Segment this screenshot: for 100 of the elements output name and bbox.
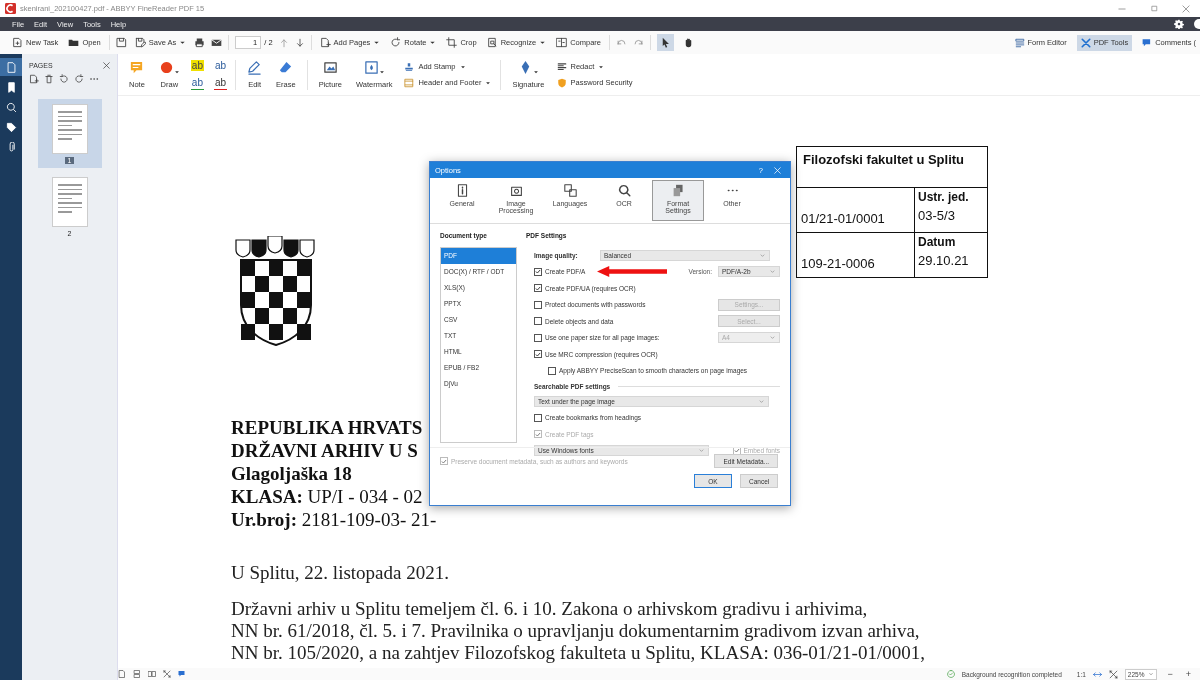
two-pages-icon[interactable] — [148, 670, 156, 678]
header-footer-icon — [404, 77, 415, 88]
checkmark-icon — [733, 447, 740, 455]
checkbox[interactable] — [548, 366, 556, 375]
document-text: REPUBLIKA HRVATS — [231, 416, 423, 439]
document-text: NN br. 105/2020, a na zahtjev Filozofskog fakulteta u Splitu, KLASA: 036-01/21-01/0001, — [231, 642, 925, 664]
magnifier-icon — [617, 184, 631, 197]
page-icon[interactable] — [5, 61, 17, 73]
checkbox[interactable] — [534, 350, 542, 359]
note-icon — [129, 60, 145, 75]
chevron-icon — [769, 334, 776, 342]
document-text: Glagoljaška 18 — [231, 462, 352, 485]
eraser-icon — [278, 60, 294, 75]
stamp-title: Filozofski fakultet u Splitu — [797, 147, 987, 188]
checkbox[interactable] — [534, 413, 542, 422]
stamp-icon — [404, 61, 415, 72]
document-plus-icon — [12, 37, 23, 48]
trash-icon[interactable] — [44, 74, 54, 84]
printer-icon[interactable] — [194, 37, 206, 48]
caret-filled-icon — [539, 39, 547, 46]
document-text: KLASA: UP/I - 034 - 02 — [231, 485, 423, 508]
scroll-pages-icon[interactable] — [133, 670, 141, 678]
chevron-icon — [759, 251, 766, 259]
expand-arrows-icon[interactable] — [1108, 669, 1118, 679]
checkmark-icon — [441, 457, 447, 465]
camera-icon — [509, 184, 523, 197]
search-icon[interactable] — [5, 101, 17, 113]
highlight-text-tool[interactable]: ab — [190, 59, 204, 71]
crop-icon — [446, 37, 458, 48]
picture-icon — [322, 60, 338, 75]
tag-icon[interactable] — [5, 121, 17, 133]
arrow-down-icon[interactable] — [294, 37, 305, 48]
stamp-text: 03-5/3 — [918, 208, 956, 223]
app-logo-icon — [5, 3, 16, 14]
caret-filled-icon — [485, 79, 492, 86]
form-lines-icon — [1014, 37, 1025, 48]
compare-icon — [556, 37, 568, 48]
zoom-out-button[interactable]: − — [1164, 669, 1176, 679]
chevron-icon — [1148, 671, 1155, 677]
document-text: U Splitu, 22. listopada 2021. — [231, 561, 449, 584]
floppy-pen-icon — [134, 37, 146, 48]
redact-icon — [556, 61, 567, 72]
envelope-icon[interactable] — [211, 37, 223, 48]
shield-icon — [556, 77, 567, 88]
caret-filled-icon — [378, 69, 385, 75]
checkbox[interactable] — [534, 300, 542, 309]
document-text: Ur.broj: 2181-109-03- 21- — [231, 508, 437, 531]
strikethrough-text-tool[interactable]: ab — [213, 76, 228, 90]
zoom-in-button[interactable]: + — [1182, 669, 1194, 679]
chevron-icon — [758, 397, 765, 405]
folder-icon — [68, 37, 80, 48]
watermark-icon — [363, 60, 379, 75]
caret-filled-icon — [373, 39, 381, 46]
chevron-icon — [769, 268, 776, 276]
caret-filled-icon — [532, 69, 539, 75]
bookmark-icon[interactable] — [5, 81, 17, 93]
speech-bubble-icon — [1142, 37, 1153, 48]
page-thumbnail — [51, 104, 88, 154]
crossed-tools-icon — [1080, 37, 1091, 48]
page-thumbnail — [51, 177, 88, 227]
checkmark-icon — [535, 350, 541, 358]
page-plus-icon — [319, 37, 331, 48]
caret-filled-icon — [173, 69, 180, 75]
stamp-text: 29.10.21 — [918, 253, 970, 268]
caret-filled-icon — [429, 39, 437, 46]
stamp-label: Datum — [918, 235, 957, 249]
checkbox[interactable] — [534, 333, 542, 342]
rotate-icon — [390, 37, 402, 48]
stacked-pages-icon — [671, 184, 685, 197]
pencil-icon — [247, 60, 263, 75]
checkbox[interactable] — [534, 317, 542, 326]
close-icon[interactable] — [1181, 3, 1191, 14]
rotate-right-icon[interactable] — [74, 74, 84, 84]
stamp-text: 01/21-01/0001 — [800, 211, 886, 228]
caret-filled-icon — [459, 63, 466, 70]
checkmark-icon — [535, 430, 541, 438]
text-tool[interactable]: ab — [213, 59, 228, 71]
expand-arrows-icon[interactable] — [163, 670, 171, 678]
page-icon[interactable] — [118, 670, 126, 678]
checkbox[interactable] — [534, 284, 542, 293]
rotate-left-icon[interactable] — [59, 74, 69, 84]
underline-text-tool[interactable]: ab — [190, 76, 204, 90]
stamp-label: Ustr. jed. — [918, 190, 970, 204]
checkbox[interactable] — [534, 267, 542, 276]
document-text: NN br. 61/2018, čl. 5. i 7. Pravilnika o upravljanju dokumentarnim gradivom izvan arhiva, — [231, 620, 920, 642]
info-page-icon — [455, 184, 469, 197]
stamp-text: 109-21-0006 — [800, 256, 876, 273]
page-plus-icon[interactable] — [29, 74, 39, 84]
speech-bubble-icon[interactable] — [178, 670, 186, 678]
caret-filled-icon — [598, 63, 605, 70]
gear-icon[interactable] — [1174, 19, 1184, 29]
caret-filled-icon — [179, 39, 187, 46]
fit-width-icon[interactable] — [1092, 669, 1102, 679]
letters-icon — [563, 184, 577, 197]
close-icon[interactable] — [102, 60, 111, 70]
document-text: Državni arhiv u Splitu temeljem čl. 6. i 10. Zakona o arhivskom gradivu i arhivima, — [231, 598, 868, 620]
magnifier-page-icon — [486, 37, 498, 48]
blob-icon — [158, 60, 174, 75]
chevron-icon — [698, 447, 705, 455]
document-text: DRŽAVNI ARHIV U S — [231, 439, 418, 462]
